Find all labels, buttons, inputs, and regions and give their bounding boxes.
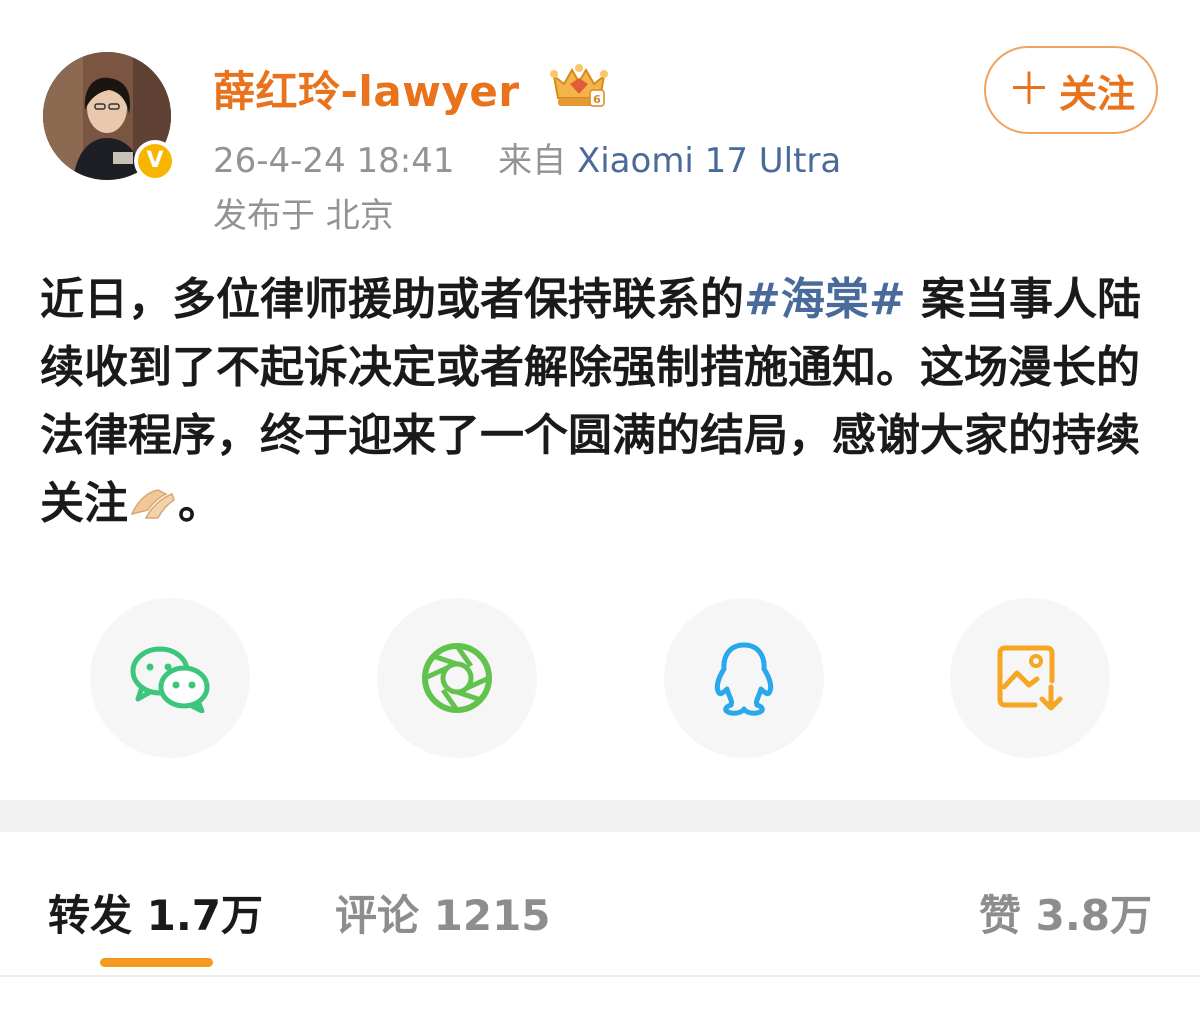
save-image-icon [997, 645, 1063, 711]
pinched-fingers-emoji-icon [130, 489, 175, 519]
save-image-button[interactable] [950, 598, 1110, 758]
share-qq-button[interactable] [664, 598, 824, 758]
from-label: 来自 [498, 141, 567, 181]
weibo-post: V 薛红玲-lawyer 6 26-4-24 18:41 来自 Xiaomi 1… [0, 0, 1200, 800]
verified-badge-icon: V [134, 140, 176, 182]
crown-badge-icon[interactable]: 6 [548, 62, 610, 110]
content-text: 。 [178, 478, 222, 529]
hashtag-link[interactable]: #海棠# [744, 274, 906, 325]
tab-like[interactable]: 赞 3.8万 [979, 882, 1152, 943]
qq-icon [714, 642, 774, 716]
interaction-tabs: 转发 1.7万 评论 1215 赞 3.8万 [0, 832, 1200, 982]
follow-button[interactable]: ＋ 关注 [984, 46, 1158, 134]
share-moments-button[interactable] [377, 598, 537, 758]
wechat-icon [130, 646, 210, 713]
active-tab-indicator [100, 958, 213, 967]
follow-label: 关注 [1058, 71, 1135, 116]
bottom-divider [0, 975, 1200, 977]
svg-text:6: 6 [593, 93, 601, 106]
section-divider [0, 800, 1200, 832]
tab-comment[interactable]: 评论 1215 [335, 882, 551, 943]
username[interactable]: 薛红玲-lawyer [213, 58, 520, 119]
post-content: 近日，多位律师援助或者保持联系的#海棠# 案当事人陆续收到了不起诉决定或者解除强… [40, 266, 1160, 538]
content-text: 近日，多位律师援助或者保持联系的 [40, 274, 744, 325]
moments-icon [422, 643, 492, 713]
share-wechat-button[interactable] [90, 598, 250, 758]
post-meta: 26-4-24 18:41 来自 Xiaomi 17 Ultra [213, 133, 841, 182]
plus-icon: ＋ [1006, 64, 1051, 115]
post-location: 发布于 北京 [213, 196, 394, 236]
share-row [0, 598, 1200, 760]
tab-forward[interactable]: 转发 1.7万 [48, 882, 263, 943]
device-name[interactable]: Xiaomi 17 Ultra [577, 141, 841, 181]
post-timestamp: 26-4-24 18:41 [213, 141, 455, 181]
